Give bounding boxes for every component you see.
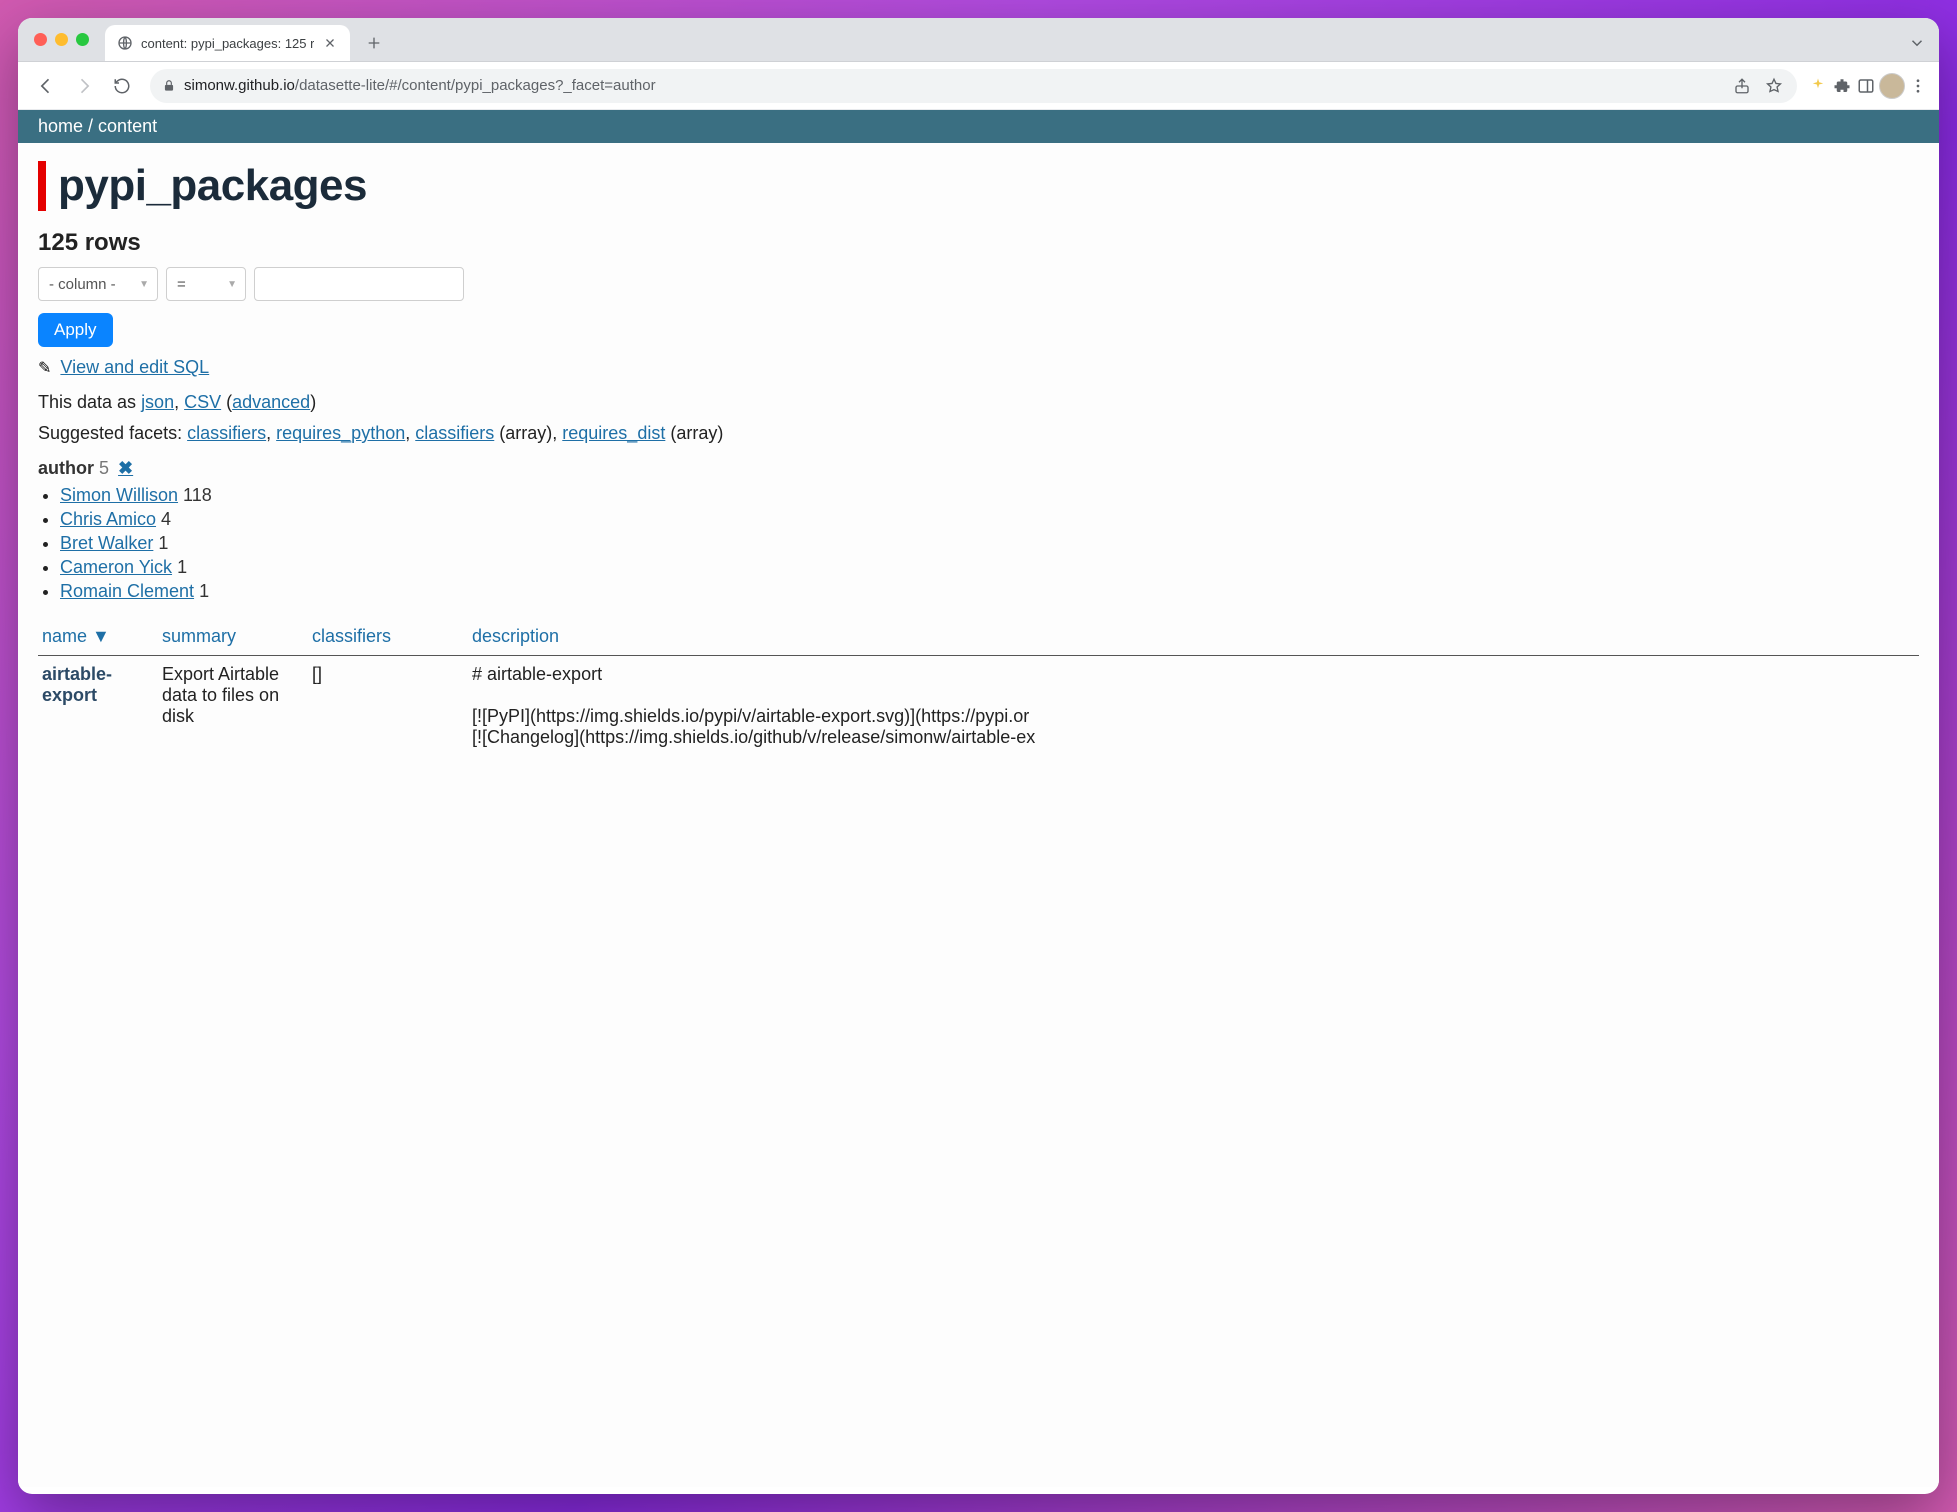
author-link[interactable]: Bret Walker [60,533,153,553]
breadcrumb-sep: / [83,116,98,136]
author-link[interactable]: Romain Clement [60,581,194,601]
page-title: pypi_packages [58,161,367,211]
suggested-facets: Suggested facets: classifiers, requires_… [38,423,1919,444]
profile-avatar[interactable] [1879,73,1905,99]
facet-link[interactable]: classifiers [187,423,266,443]
row-link[interactable]: airtable-export [42,664,112,705]
facet-link[interactable]: requires_python [276,423,405,443]
pencil-icon: ✎ [38,360,51,377]
facet-link[interactable]: classifiers [415,423,494,443]
apply-button[interactable]: Apply [38,313,113,347]
url-host: simonw.github.io [184,77,295,94]
browser-window: content: pypi_packages: 125 r simo [18,18,1939,1494]
col-header-description[interactable]: description [468,620,1919,656]
back-button[interactable] [28,68,64,104]
chevron-down-icon: ▼ [227,279,237,290]
cell-classifiers: [] [308,656,468,757]
panel-icon[interactable] [1855,75,1877,97]
list-item: Simon Willison 118 [60,485,1919,506]
minimize-window-button[interactable] [55,33,68,46]
sql-link-row: ✎ View and edit SQL [38,357,1919,378]
kebab-menu-icon[interactable] [1907,75,1929,97]
remove-facet-button[interactable]: ✖ [118,458,133,478]
json-link[interactable]: json [141,392,174,412]
tab-strip: content: pypi_packages: 125 r [18,18,1939,62]
data-table: name ▼ summary classifiers description a… [38,620,1919,756]
list-item: Cameron Yick 1 [60,557,1919,578]
author-facet-header: author 5 ✖ [38,458,1919,479]
filter-column-label: - column - [49,276,116,293]
csv-link[interactable]: CSV [184,392,221,412]
filter-op-select[interactable]: = ▼ [166,267,246,301]
author-facet-label: author [38,458,94,478]
breadcrumb-content[interactable]: content [98,116,157,136]
close-window-button[interactable] [34,33,47,46]
table-row: airtable-export Export Airtable data to … [38,656,1919,757]
lock-icon [162,79,176,93]
list-item: Bret Walker 1 [60,533,1919,554]
facet-link[interactable]: requires_dist [562,423,665,443]
share-icon[interactable] [1731,75,1753,97]
author-link[interactable]: Chris Amico [60,509,156,529]
table-header-row: name ▼ summary classifiers description [38,620,1919,656]
breadcrumb-home[interactable]: home [38,116,83,136]
cell-description: # airtable-export [![PyPI](https://img.s… [468,656,1919,757]
breadcrumb: home / content [18,110,1939,143]
author-facet-list: Simon Willison 118 Chris Amico 4 Bret Wa… [60,485,1919,602]
star-icon[interactable] [1763,75,1785,97]
view-sql-link[interactable]: View and edit SQL [60,357,209,377]
facets-prefix: Suggested facets: [38,423,187,443]
page-viewport: home / content pypi_packages 125 rows - … [18,110,1939,1494]
tab-title: content: pypi_packages: 125 r [141,36,314,51]
url-path: /datasette-lite/#/content/pypi_packages?… [295,77,656,94]
formats-prefix: This data as [38,392,141,412]
address-bar[interactable]: simonw.github.io/datasette-lite/#/conten… [150,69,1797,103]
cell-name: airtable-export [38,656,158,757]
filter-row: - column - ▼ = ▼ [38,267,1919,301]
format-links: This data as json, CSV (advanced) [38,392,1919,413]
list-item: Romain Clement 1 [60,581,1919,602]
list-item: Chris Amico 4 [60,509,1919,530]
row-count: 125 rows [38,229,1919,257]
col-header-classifiers[interactable]: classifiers [308,620,468,656]
browser-toolbar: simonw.github.io/datasette-lite/#/conten… [18,62,1939,110]
sparkle-icon[interactable] [1807,75,1829,97]
page-body: pypi_packages 125 rows - column - ▼ = ▼ … [18,143,1939,1487]
tabs-dropdown-button[interactable] [1903,29,1931,57]
forward-button[interactable] [66,68,102,104]
col-header-name[interactable]: name ▼ [38,620,158,656]
url-text: simonw.github.io/datasette-lite/#/conten… [184,77,656,94]
title-accent-bar [38,161,46,211]
filter-value-input[interactable] [254,267,464,301]
close-tab-button[interactable] [322,35,338,51]
globe-icon [117,35,133,51]
author-facet-count: 5 [99,458,109,478]
col-header-summary[interactable]: summary [158,620,308,656]
filter-column-select[interactable]: - column - ▼ [38,267,158,301]
advanced-link[interactable]: advanced [232,392,310,412]
browser-tab[interactable]: content: pypi_packages: 125 r [105,25,350,61]
cell-summary: Export Airtable data to files on disk [158,656,308,757]
author-link[interactable]: Simon Willison [60,485,178,505]
extensions-icon[interactable] [1831,75,1853,97]
page-title-wrap: pypi_packages [38,161,1919,211]
author-link[interactable]: Cameron Yick [60,557,172,577]
filter-op-label: = [177,276,186,293]
reload-button[interactable] [104,68,140,104]
maximize-window-button[interactable] [76,33,89,46]
sort-desc-icon: ▼ [92,626,110,646]
window-controls [26,18,105,61]
new-tab-button[interactable] [360,29,388,57]
chevron-down-icon: ▼ [139,279,149,290]
